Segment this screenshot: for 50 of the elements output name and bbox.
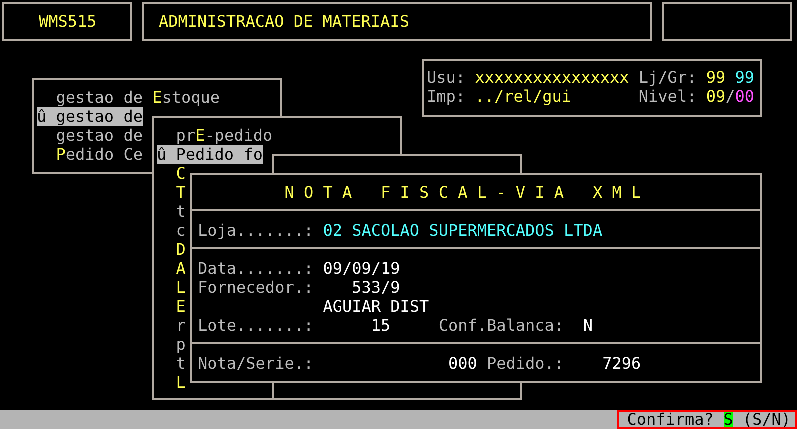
options-hint: (S/N) — [742, 412, 791, 427]
field-label: Nivel: — [638, 87, 697, 106]
menu-item[interactable]: t — [157, 202, 186, 221]
menu-item[interactable]: r — [157, 316, 186, 335]
menu-item[interactable]: c — [157, 221, 186, 240]
field-value: 99 — [706, 68, 726, 87]
field-value: 09/09/19 — [323, 259, 400, 278]
field-label: Data.......: — [198, 259, 314, 278]
field-label: Conf.Balanca: — [438, 316, 564, 335]
field-value: 7296 — [602, 354, 642, 373]
field-value: ../rel/gui — [475, 87, 572, 106]
field-value: 09 — [706, 87, 726, 106]
field-value: 00 — [735, 87, 754, 106]
field-value: 000 — [448, 354, 478, 373]
menu-item[interactable]: prE-pedido — [157, 126, 273, 145]
menu-item[interactable]: D — [157, 240, 186, 259]
field-label: Imp: — [427, 87, 466, 106]
menu-item[interactable]: û Pedido fo — [157, 145, 263, 164]
field-value: 99 — [735, 68, 754, 87]
field-label: Lj/Gr: — [638, 68, 697, 87]
menu-item[interactable]: L — [157, 278, 186, 297]
field-value: 533/9 — [352, 278, 400, 297]
field-label: Pedido.: — [486, 354, 564, 373]
app-title: ADMINISTRACAO DE MATERIAIS — [159, 12, 410, 31]
field-label: / — [726, 87, 736, 106]
field-label: Usu: — [427, 68, 466, 87]
field-value: xxxxxxxxxxxxxxxx — [475, 68, 630, 87]
answer-field[interactable]: S — [724, 412, 734, 427]
menu-item[interactable]: A — [157, 259, 186, 278]
field-label: Lote.......: — [198, 316, 314, 335]
menu-item[interactable]: p — [157, 335, 186, 354]
menu-item[interactable]: gestao de — [37, 126, 143, 145]
menu-item[interactable]: gestao de Estoque — [37, 88, 220, 107]
dialog-title: N O T A F I S C A L - V I A X M L — [284, 183, 642, 202]
field-value: N — [583, 316, 593, 335]
field-label: Loja.......: — [198, 221, 314, 240]
field-label: Nota/Serie.: — [198, 354, 314, 373]
menu-item[interactable]: Pedido Ce — [37, 145, 143, 164]
menu-item[interactable]: T — [157, 183, 186, 202]
field-value: 02 SACOLAO SUPERMERCADOS LTDA — [323, 221, 603, 240]
field-label: Fornecedor.: — [198, 278, 314, 297]
menu-item[interactable]: E — [157, 297, 186, 316]
menu-item[interactable]: t — [157, 354, 186, 373]
field-value: 15 — [371, 316, 391, 335]
menu-item[interactable]: û gestao de — [37, 107, 143, 126]
program-code: WMS515 — [39, 12, 97, 31]
field-value: AGUIAR DIST — [323, 297, 430, 316]
menu-item[interactable]: L — [157, 373, 186, 392]
prompt-label: Confirma? — [627, 412, 714, 427]
menu-item[interactable]: C — [157, 164, 186, 183]
